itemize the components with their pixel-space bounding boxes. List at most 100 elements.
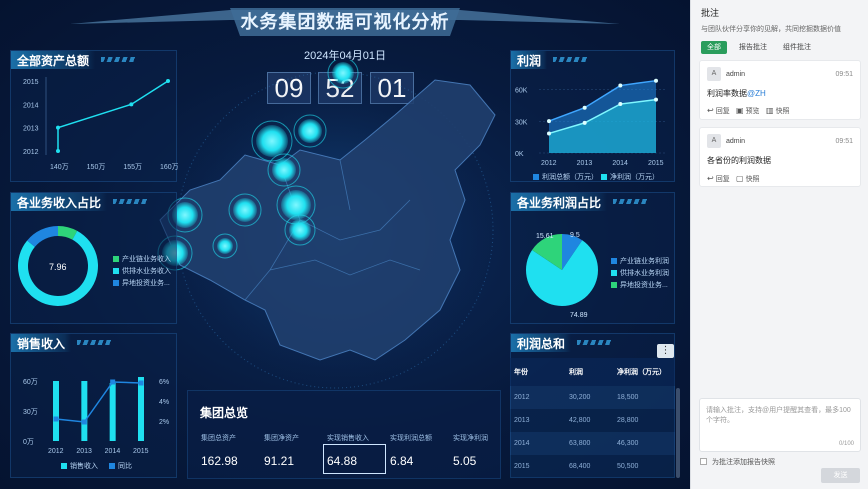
panel-title-profit: 利润	[511, 51, 588, 69]
chart-icon: ▥	[766, 106, 774, 115]
panel-total-assets: 全部资产总额 2012 2013 2014 2015 140万 150万 155万 160万	[10, 50, 178, 182]
tab-all[interactable]: 全部	[701, 41, 727, 54]
reply-button[interactable]: ↩ 回复	[707, 106, 730, 116]
legend-profit-chain[interactable]: 产业链业务利润	[611, 256, 669, 266]
comment-card: A admin 09:51 各省份的利润数据 ↩ 回复 ▢ 快照	[699, 127, 861, 187]
summary-value: 162.98	[201, 454, 238, 468]
profit-point	[654, 78, 658, 83]
y-tick-label: 60万	[23, 378, 38, 386]
assets-point	[129, 102, 134, 107]
legend-swatch	[113, 280, 119, 287]
preview-button[interactable]: ▣ 预览	[736, 106, 760, 116]
dashboard-canvas: 水务集团数据可视化分析 2024年04月01日 09 52 01 全部资产总额 …	[0, 0, 690, 489]
y-tick-label: 2013	[23, 126, 39, 133]
summary-label: 集团净资产	[264, 435, 299, 442]
assets-point	[166, 79, 170, 83]
panel-business-income: 各业务收入占比 7.96 产业链业务收入 供排水业务收入 异地投资业务...	[10, 192, 177, 324]
table-cell: 42,800	[569, 417, 591, 424]
table-cell: 18,500	[617, 394, 639, 401]
comment-author: admin	[726, 71, 746, 78]
table-header: 年份 利润 净利润（万元）	[510, 358, 675, 386]
comment-pane-title: 批注	[701, 8, 720, 18]
comment-author: admin	[726, 138, 746, 145]
legend-label: 利润总额（万元）	[542, 174, 598, 181]
tab-component-comments[interactable]: 组件批注	[777, 41, 817, 54]
legend-swatch	[113, 256, 119, 263]
summary-value: 5.05	[453, 454, 477, 468]
legend-swatch	[611, 282, 617, 289]
sales-bar	[138, 377, 144, 441]
y-tick-label: 2015	[23, 79, 39, 86]
legend-sales[interactable]: 销售收入	[61, 461, 98, 471]
profit-point	[582, 120, 587, 125]
comment-mention[interactable]: @ZH	[747, 89, 766, 98]
tab-report-comments[interactable]: 报告批注	[733, 41, 773, 54]
map-dot	[289, 219, 311, 241]
table-cell: 2015	[514, 463, 530, 470]
map-dot	[233, 198, 257, 222]
legend-profit-total[interactable]: 利润总额（万元）	[533, 172, 598, 182]
summary-label: 实现利润总额	[390, 435, 432, 442]
panel-title-total-assets: 全部资产总额	[11, 51, 136, 69]
legend-income-invest[interactable]: 异地投资业务...	[113, 278, 170, 288]
x-tick-label: 2014	[612, 160, 628, 166]
snapshot-checkbox[interactable]	[700, 458, 707, 465]
legend-swatch	[109, 463, 115, 470]
table-scrollbar[interactable]	[676, 388, 680, 478]
action-label: 回复	[715, 176, 730, 183]
table-cell: 28,800	[617, 417, 639, 424]
slice-label: 74.89	[570, 312, 588, 319]
reply-button[interactable]: ↩ 回复	[707, 174, 730, 184]
x-tick-label: 2013	[76, 448, 92, 455]
snapshot-button[interactable]: ▢ 快照	[736, 174, 760, 184]
reply-icon: ↩	[707, 174, 714, 183]
yoy-point	[110, 379, 116, 385]
assets-point	[56, 125, 60, 130]
legend-label: 供排水业务利润	[620, 270, 669, 277]
legend-income-chain[interactable]: 产业链业务收入	[113, 254, 171, 264]
more-options-button[interactable]: ⋮	[657, 344, 674, 358]
y-tick-label: 30K	[515, 119, 528, 126]
comment-text: 利润率数据@ZH	[707, 88, 766, 99]
table-cell: 68,400	[569, 463, 591, 470]
y-tick-label: 2014	[23, 102, 39, 109]
comment-input[interactable]: 请输入批注，支持@用户提醒其查看，最多100个字符。 0/100	[699, 398, 861, 452]
map-dot	[332, 62, 354, 84]
map-dot	[272, 158, 296, 182]
x-tick-label: 140万	[50, 163, 69, 171]
legend-label: 异地投资业务...	[620, 282, 668, 289]
comment-text: 各省份的利润数据	[707, 156, 771, 165]
y-tick-label: 0K	[515, 151, 524, 158]
legend-label: 产业链业务利润	[620, 258, 669, 265]
y2-tick-label: 2%	[159, 419, 169, 426]
table-cell: 63,800	[569, 440, 591, 447]
snapshot-button[interactable]: ▥ 快照	[766, 106, 790, 116]
snapshot-checkbox-label: 为批注添加报告快照	[712, 459, 775, 466]
legend-label: 同比	[118, 463, 132, 470]
table-row: 2014 63,800 46,300	[510, 432, 675, 455]
sales-income-chart: 0万 30万 60万 2% 4% 6% 2012 2013 2014 2015	[23, 377, 169, 455]
y2-tick-label: 6%	[159, 379, 169, 386]
selected-summary-highlight[interactable]	[323, 444, 386, 474]
legend-income-water[interactable]: 供排水业务收入	[113, 266, 171, 276]
legend-profit-water[interactable]: 供排水业务利润	[611, 268, 669, 278]
panel-title-profit-total: 利润总和	[511, 334, 612, 352]
table-cell: 50,500	[617, 463, 639, 470]
legend-swatch	[533, 174, 539, 181]
dashboard-title: 水务集团数据可视化分析	[240, 12, 450, 32]
send-button[interactable]: 发送	[821, 468, 860, 483]
legend-net-profit[interactable]: 净利润（万元）	[601, 172, 659, 182]
avatar: A	[707, 67, 721, 81]
assets-point	[56, 149, 60, 153]
legend-yoy[interactable]: 同比	[109, 461, 132, 471]
char-counter: 0/100	[838, 441, 854, 447]
legend-label: 销售收入	[70, 463, 98, 470]
action-label: 预览	[745, 108, 760, 115]
yoy-point	[81, 419, 87, 425]
legend-profit-invest[interactable]: 异地投资业务...	[611, 280, 668, 290]
total-assets-chart: 2012 2013 2014 2015 140万 150万 155万 160万	[23, 77, 178, 171]
x-tick-label: 2012	[541, 160, 557, 166]
x-tick-label: 2015	[648, 160, 664, 166]
avatar: A	[707, 134, 721, 148]
legend-swatch	[611, 270, 617, 277]
